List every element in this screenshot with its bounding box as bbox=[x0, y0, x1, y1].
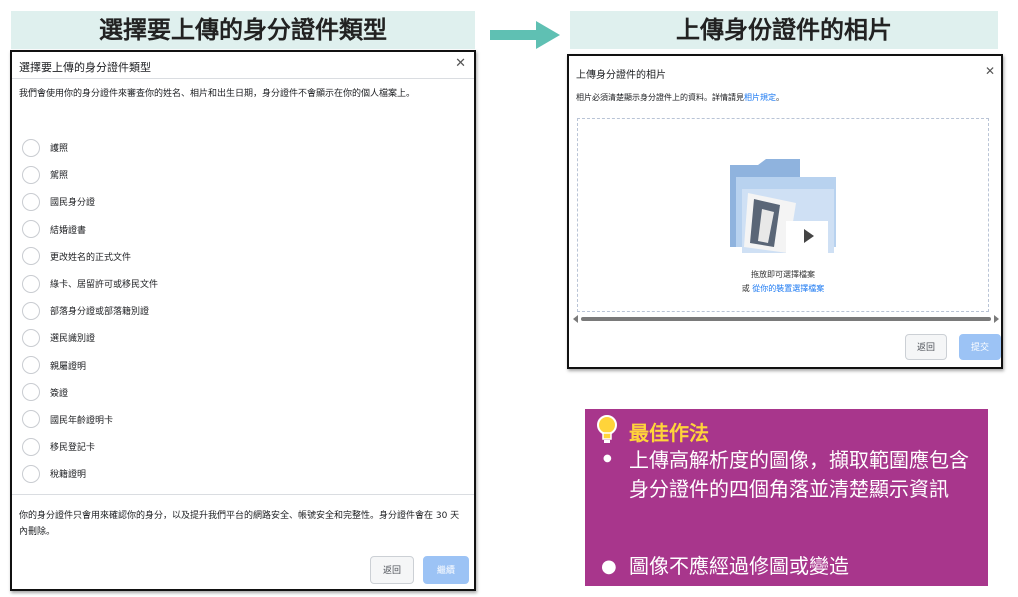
radio-label: 綠卡、居留許可或移民文件 bbox=[50, 280, 159, 291]
divider bbox=[12, 78, 474, 79]
radio-option[interactable]: 簽證 bbox=[22, 379, 462, 406]
radio-option[interactable]: 結婚證書 bbox=[22, 216, 462, 243]
dialog-description: 相片必須清楚顯示身分證件上的資料。詳情請見相片規定。 bbox=[576, 90, 996, 106]
description-text: 相片必須清楚顯示身分證件上的資料。詳情請見 bbox=[576, 93, 744, 102]
privacy-note: 你的身分證件只會用來確認你的身分，以及提升我們平台的網路安全、帳號安全和完整性。… bbox=[19, 511, 460, 537]
radio-option[interactable]: 選民識別證 bbox=[22, 324, 462, 351]
choose-file-link[interactable]: 從你的裝置選擇檔案 bbox=[752, 284, 824, 293]
drop-instruction: 拖放即可選擇檔案 bbox=[751, 270, 815, 279]
horizontal-scrollbar[interactable] bbox=[573, 315, 999, 323]
radio-option[interactable]: 國民年齡證明卡 bbox=[22, 406, 462, 433]
radio-button[interactable] bbox=[22, 356, 40, 375]
radio-button[interactable] bbox=[22, 138, 40, 157]
radio-option[interactable]: 稅籍證明 bbox=[22, 460, 462, 487]
radio-label: 稅籍證明 bbox=[50, 470, 87, 481]
radio-label: 移民登記卡 bbox=[50, 443, 96, 454]
radio-option[interactable]: 部落身分證或部落籍別證 bbox=[22, 297, 462, 324]
radio-button[interactable] bbox=[22, 192, 40, 211]
close-icon[interactable]: ✕ bbox=[455, 56, 466, 71]
select-id-type-dialog: 選擇要上傳的身分證件類型 ✕ 我們會使用你的身分證件來審查你的姓名、相片和出生日… bbox=[10, 50, 476, 591]
continue-button[interactable]: 繼續 bbox=[423, 556, 469, 584]
radio-option[interactable]: 護照 bbox=[22, 134, 462, 161]
close-icon[interactable]: ✕ bbox=[985, 64, 995, 78]
divider bbox=[12, 494, 474, 495]
radio-option[interactable]: 移民登記卡 bbox=[22, 433, 462, 460]
step-banner-upload-photo: 上傳身份證件的相片 bbox=[570, 11, 998, 49]
dialog-title: 選擇要上傳的身分證件類型 bbox=[19, 61, 151, 74]
choose-prefix: 或 bbox=[741, 284, 753, 293]
description-suffix: 。 bbox=[776, 93, 784, 102]
radio-option[interactable]: 駕照 bbox=[22, 161, 462, 188]
id-type-radio-list: 護照駕照國民身分證結婚證書更改姓名的正式文件綠卡、居留許可或移民文件 部落身分證或… bbox=[22, 134, 462, 487]
tip-item: 上傳高解析度的圖像，擷取範圍應包含身分證件的四個角落並清楚顯示資訊 bbox=[629, 448, 969, 501]
tip-item: 圖像不應經過修圖或變造 bbox=[629, 554, 849, 578]
back-button[interactable]: 返回 bbox=[370, 556, 414, 584]
bullet-icon: ● bbox=[601, 556, 617, 577]
radio-label: 國民身分證 bbox=[50, 198, 96, 209]
radio-option[interactable]: 更改姓名的正式文件 bbox=[22, 243, 462, 270]
best-practice-box: 最佳作法 ● 上傳高解析度的圖像，擷取範圍應包含身分證件的四個角落並清楚顯示資訊… bbox=[585, 409, 988, 586]
radio-label: 部落身分證或部落籍別證 bbox=[50, 307, 150, 318]
lightbulb-icon bbox=[597, 415, 617, 443]
radio-label: 親屬證明 bbox=[50, 361, 87, 372]
scroll-right-icon[interactable] bbox=[994, 315, 999, 323]
choose-file-line: 或 從你的裝置選擇檔案 bbox=[578, 283, 988, 294]
radio-option[interactable]: 親屬證明 bbox=[22, 352, 462, 379]
scroll-left-icon[interactable] bbox=[573, 315, 578, 323]
radio-button[interactable] bbox=[22, 165, 40, 184]
radio-label: 駕照 bbox=[50, 171, 69, 182]
radio-button[interactable] bbox=[22, 437, 40, 456]
radio-label: 結婚證書 bbox=[50, 225, 87, 236]
radio-option[interactable]: 國民身分證 bbox=[22, 188, 462, 215]
radio-button[interactable] bbox=[22, 220, 40, 239]
radio-label: 選民識別證 bbox=[50, 334, 96, 345]
radio-button[interactable] bbox=[22, 328, 40, 347]
dialog-title: 上傳身分證件的相片 bbox=[576, 70, 666, 81]
file-dropzone[interactable]: 拖放即可選擇檔案 或 從你的裝置選擇檔案 bbox=[577, 118, 989, 312]
radio-button[interactable] bbox=[22, 301, 40, 320]
folder-upload-icon bbox=[730, 159, 836, 253]
back-button[interactable]: 返回 bbox=[905, 334, 947, 360]
radio-label: 更改姓名的正式文件 bbox=[50, 252, 132, 263]
photo-requirements-link[interactable]: 相片規定 bbox=[744, 93, 776, 102]
radio-button[interactable] bbox=[22, 274, 40, 293]
radio-button[interactable] bbox=[22, 383, 40, 402]
radio-option[interactable]: 綠卡、居留許可或移民文件 bbox=[22, 270, 462, 297]
bullet-icon: ● bbox=[603, 453, 612, 464]
radio-button[interactable] bbox=[22, 247, 40, 266]
dialog-description: 我們會使用你的身分證件來審查你的姓名、相片和出生日期，身分證件不會顯示在你的個人… bbox=[19, 89, 416, 99]
radio-button[interactable] bbox=[22, 464, 40, 483]
arrow-right-icon bbox=[490, 21, 560, 49]
radio-label: 國民年齡證明卡 bbox=[50, 415, 114, 426]
step-banner-select-id-type: 選擇要上傳的身分證件類型 bbox=[11, 11, 475, 49]
tip-heading: 最佳作法 bbox=[629, 421, 709, 445]
radio-button[interactable] bbox=[22, 410, 40, 429]
radio-label: 簽證 bbox=[50, 388, 69, 399]
scrollbar-thumb[interactable] bbox=[581, 317, 991, 321]
radio-label: 護照 bbox=[50, 144, 69, 155]
upload-photo-dialog: 上傳身分證件的相片 ✕ 相片必須清楚顯示身分證件上的資料。詳情請見相片規定。 拖… bbox=[567, 54, 1003, 369]
submit-button[interactable]: 提交 bbox=[959, 334, 1001, 360]
